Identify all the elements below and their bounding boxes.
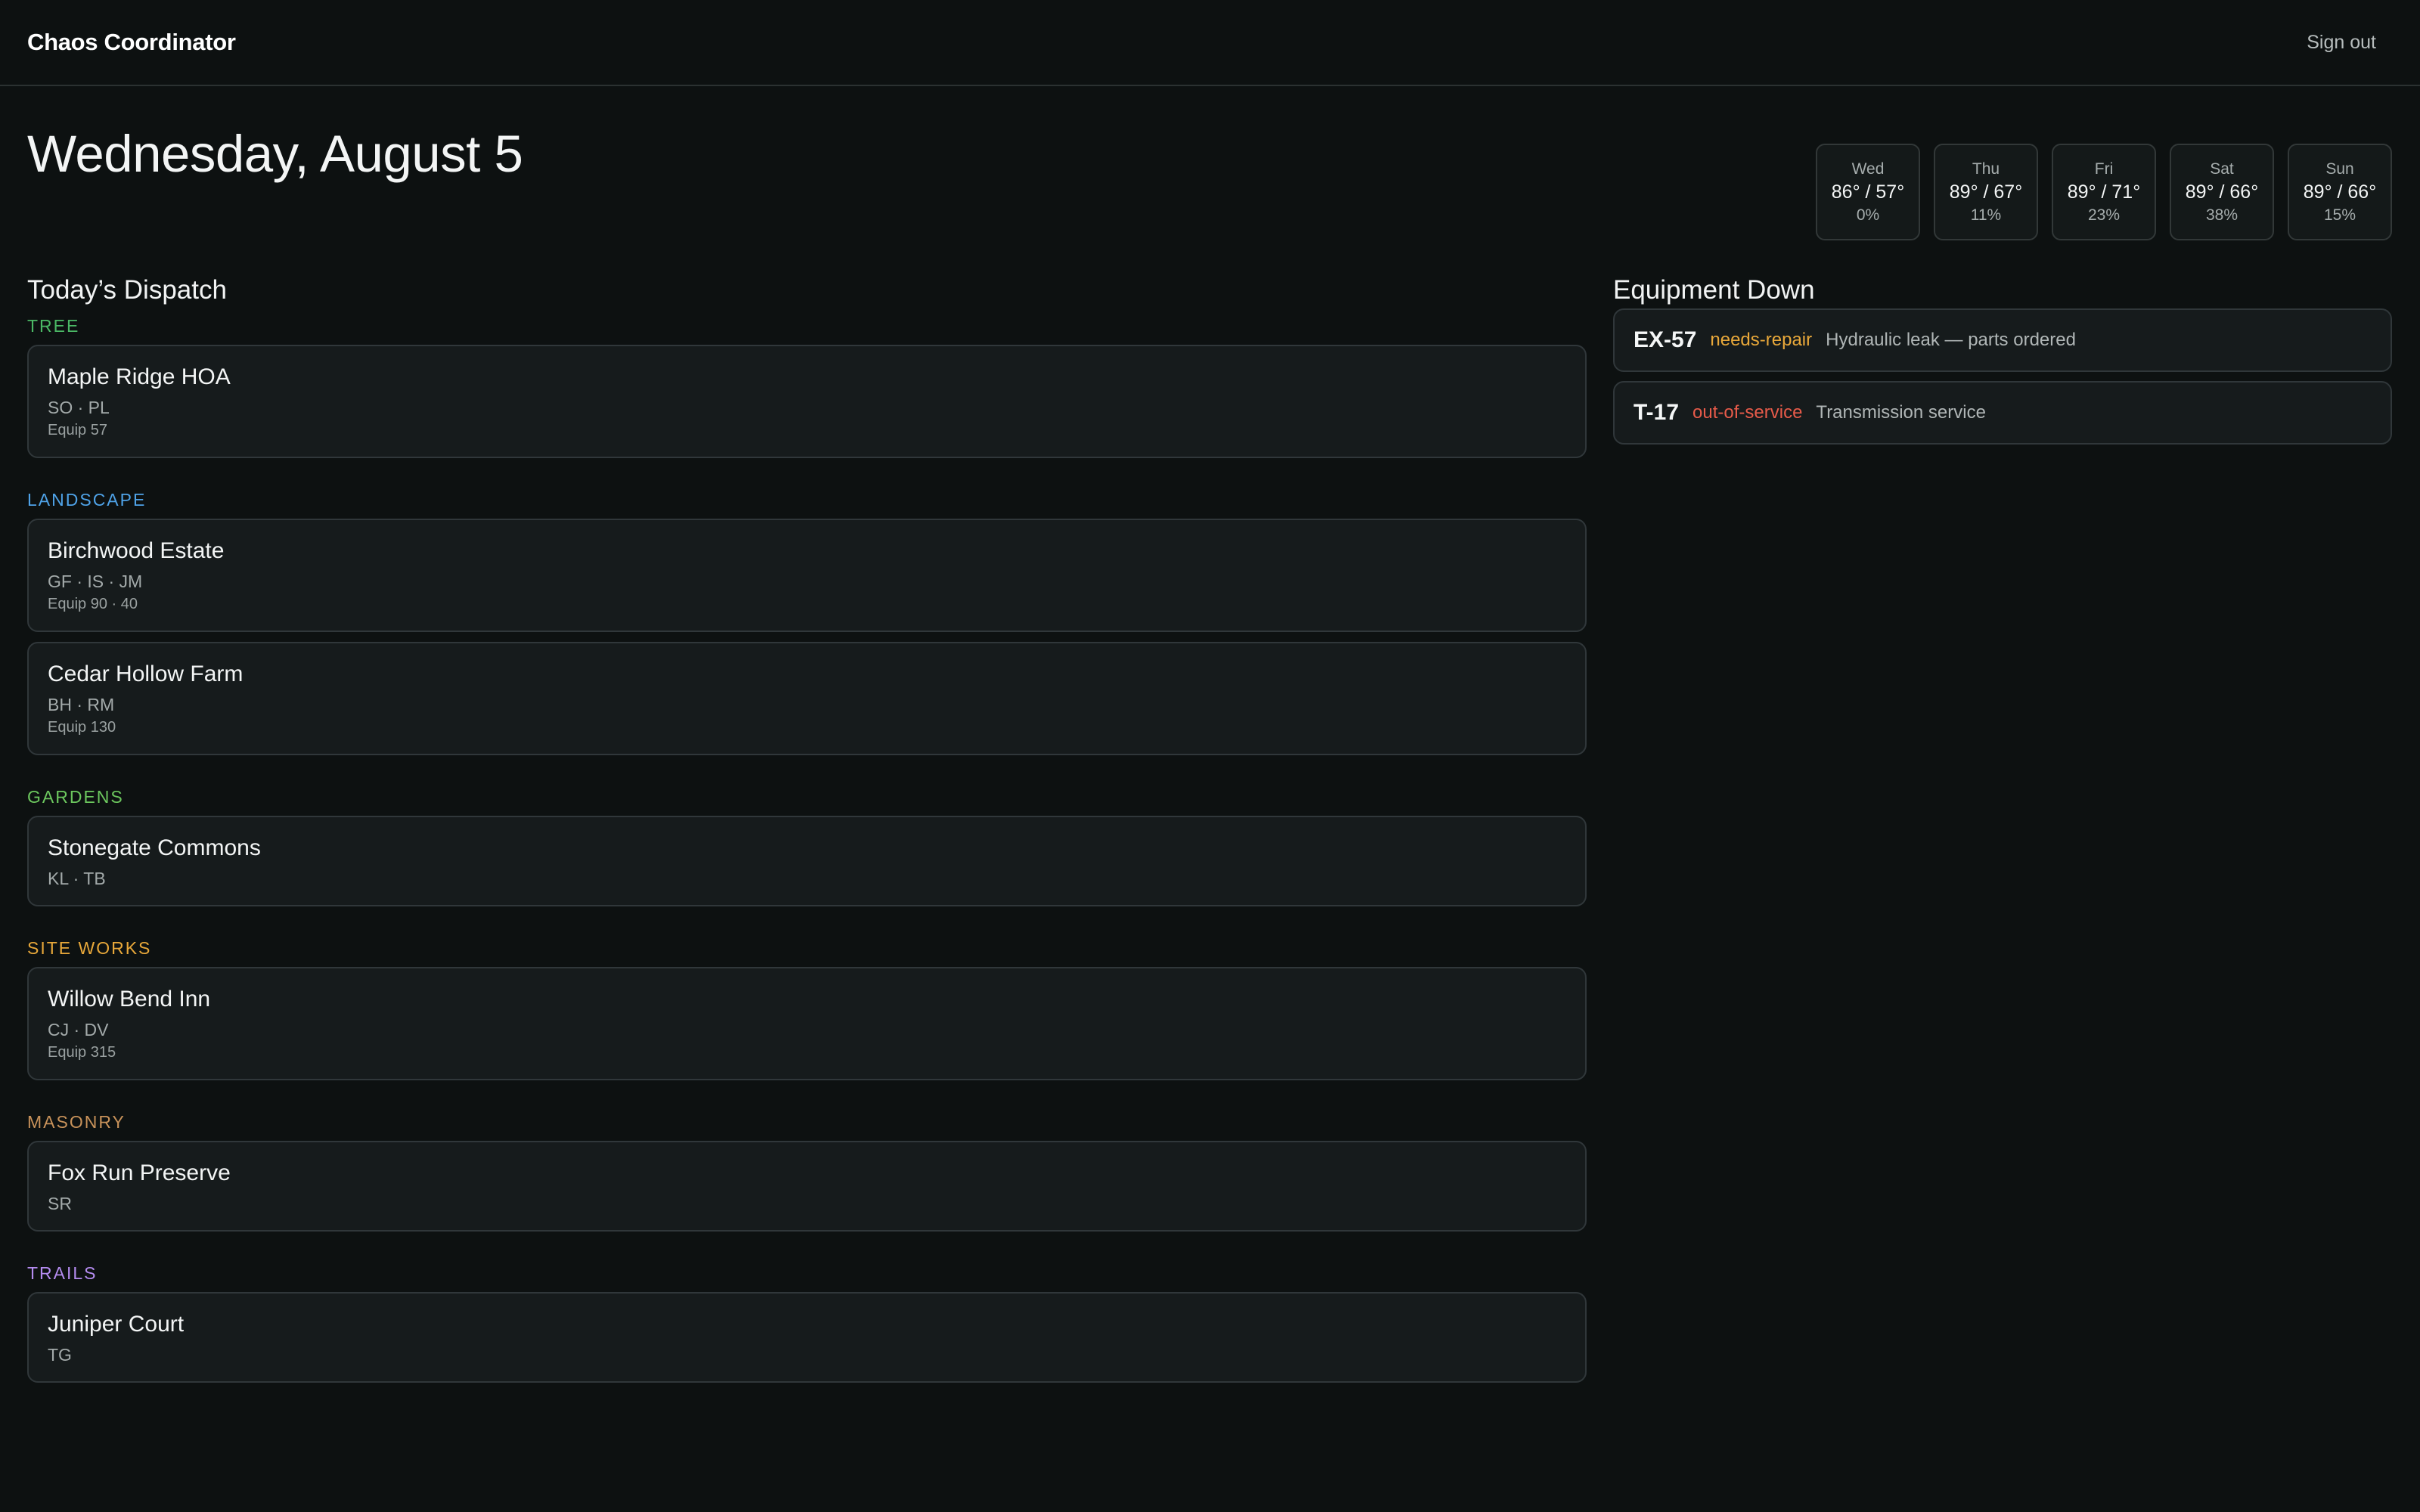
dispatch-section: Today’s Dispatch Tree Maple Ridge HOA SO ·… — [27, 272, 1587, 1393]
equipment-section: Equipment Down EX-57 needs-repair Hydrauli… — [1613, 272, 2392, 454]
job-card[interactable]: Birchwood Estate GF · IS · JM Equip 90 · 4… — [27, 519, 1587, 632]
job-crew: BH · RM — [48, 695, 115, 714]
job-equipment: Equip 315 — [48, 1044, 116, 1061]
job-card[interactable]: Cedar Hollow Farm BH · RM Equip 130 — [27, 642, 1587, 755]
job-name: Fox Run Preserve — [48, 1160, 231, 1185]
sign-out-link[interactable]: Sign out — [2307, 32, 2376, 54]
forecast-temperature: 89° / 71° — [2067, 181, 2141, 203]
dispatch-group-label: Landscape — [27, 490, 147, 510]
forecast-day-name: Sun — [2325, 160, 2354, 178]
job-card[interactable]: Stonegate Commons KL · TB — [27, 816, 1587, 906]
dispatch-group: Landscape Birchwood Estate GF · IS · JM Equ… — [27, 490, 1587, 755]
job-crew: CJ · DV — [48, 1020, 109, 1040]
top-bar: Chaos Coordinator Sign out — [0, 0, 2420, 86]
job-crew: SO · PL — [48, 398, 110, 417]
forecast-day-name: Fri — [2094, 160, 2114, 178]
forecast-day-card: Fri 89° / 71° 23% — [2052, 144, 2156, 240]
job-card[interactable]: Willow Bend Inn CJ · DV Equip 315 — [27, 967, 1587, 1080]
job-equipment: Equip 130 — [48, 719, 116, 736]
equipment-status-badge: needs-repair — [1710, 330, 1813, 350]
equipment-list: EX-57 needs-repair Hydraulic leak — parts … — [1613, 308, 2392, 445]
equipment-card[interactable]: EX-57 needs-repair Hydraulic leak — parts … — [1613, 308, 2392, 372]
forecast-day-card: Sun 89° / 66° 15% — [2288, 144, 2392, 240]
forecast-precip-chance: 15% — [2323, 206, 2356, 224]
dispatch-group-label: Tree — [27, 316, 80, 336]
forecast-day-name: Thu — [1972, 160, 2000, 178]
dispatch-group: Gardens Stonegate Commons KL · TB — [27, 787, 1587, 906]
forecast-temperature: 89° / 66° — [2303, 181, 2377, 203]
forecast-temperature: 89° / 66° — [2185, 181, 2259, 203]
page-title: Wednesday, August 5 — [27, 125, 523, 183]
equipment-id: EX-57 — [1634, 327, 1697, 352]
forecast-precip-chance: 11% — [1970, 206, 2002, 224]
job-crew: SR — [48, 1194, 72, 1213]
equipment-note: Transmission service — [1816, 402, 1986, 423]
forecast-precip-chance: 0% — [1856, 206, 1880, 224]
job-name: Birchwood Estate — [48, 538, 225, 563]
forecast-day-name: Sat — [2210, 160, 2234, 178]
job-crew: KL · TB — [48, 869, 106, 888]
forecast-precip-chance: 38% — [2205, 206, 2238, 224]
job-equipment: Equip 57 — [48, 422, 107, 438]
weather-forecast: Wed 86° / 57° 0% Thu 89° / 67° 11% Fri 89° / 71… — [1816, 144, 2392, 240]
forecast-temperature: 86° / 57° — [1831, 181, 1905, 203]
dispatch-group-label: Masonry — [27, 1112, 126, 1132]
job-equipment: Equip 90 · 40 — [48, 596, 138, 612]
forecast-day-card: Thu 89° / 67° 11% — [1934, 144, 2038, 240]
dispatch-title: Today’s Dispatch — [27, 275, 227, 305]
equipment-card[interactable]: T-17 out-of-service Transmission service — [1613, 381, 2392, 445]
dispatch-group-label: Site Works — [27, 938, 152, 958]
forecast-temperature: 89° / 67° — [1949, 181, 2023, 203]
job-card[interactable]: Fox Run Preserve SR — [27, 1141, 1587, 1232]
dispatch-group: Site Works Willow Bend Inn CJ · DV Equip 31… — [27, 938, 1587, 1080]
forecast-precip-chance: 23% — [2087, 206, 2121, 224]
job-name: Maple Ridge HOA — [48, 364, 231, 389]
job-crew: TG — [48, 1345, 72, 1365]
equipment-note: Hydraulic leak — parts ordered — [1826, 330, 2076, 350]
forecast-day-name: Wed — [1851, 160, 1885, 178]
job-name: Stonegate Commons — [48, 835, 261, 860]
dispatch-group: Masonry Fox Run Preserve SR — [27, 1112, 1587, 1232]
job-crew: GF · IS · JM — [48, 572, 143, 591]
forecast-day-card: Sat 89° / 66° 38% — [2170, 144, 2274, 240]
app-title: Chaos Coordinator — [27, 29, 236, 55]
job-card[interactable]: Juniper Court TG — [27, 1292, 1587, 1383]
equipment-title: Equipment Down — [1613, 275, 1815, 305]
equipment-status-badge: out-of-service — [1692, 402, 1803, 423]
dispatch-groups: Tree Maple Ridge HOA SO · PL Equip 57 Landsc… — [27, 316, 1587, 1383]
job-name: Juniper Court — [48, 1312, 185, 1337]
job-card[interactable]: Maple Ridge HOA SO · PL Equip 57 — [27, 345, 1587, 458]
dispatch-group: Trails Juniper Court TG — [27, 1263, 1587, 1383]
equipment-id: T-17 — [1634, 400, 1680, 425]
dispatch-group-label: Gardens — [27, 787, 124, 807]
job-name: Willow Bend Inn — [48, 987, 211, 1012]
dispatch-group: Tree Maple Ridge HOA SO · PL Equip 57 — [27, 316, 1587, 458]
dispatch-group-label: Trails — [27, 1263, 98, 1283]
forecast-day-card: Wed 86° / 57° 0% — [1816, 144, 1920, 240]
job-name: Cedar Hollow Farm — [48, 662, 244, 686]
